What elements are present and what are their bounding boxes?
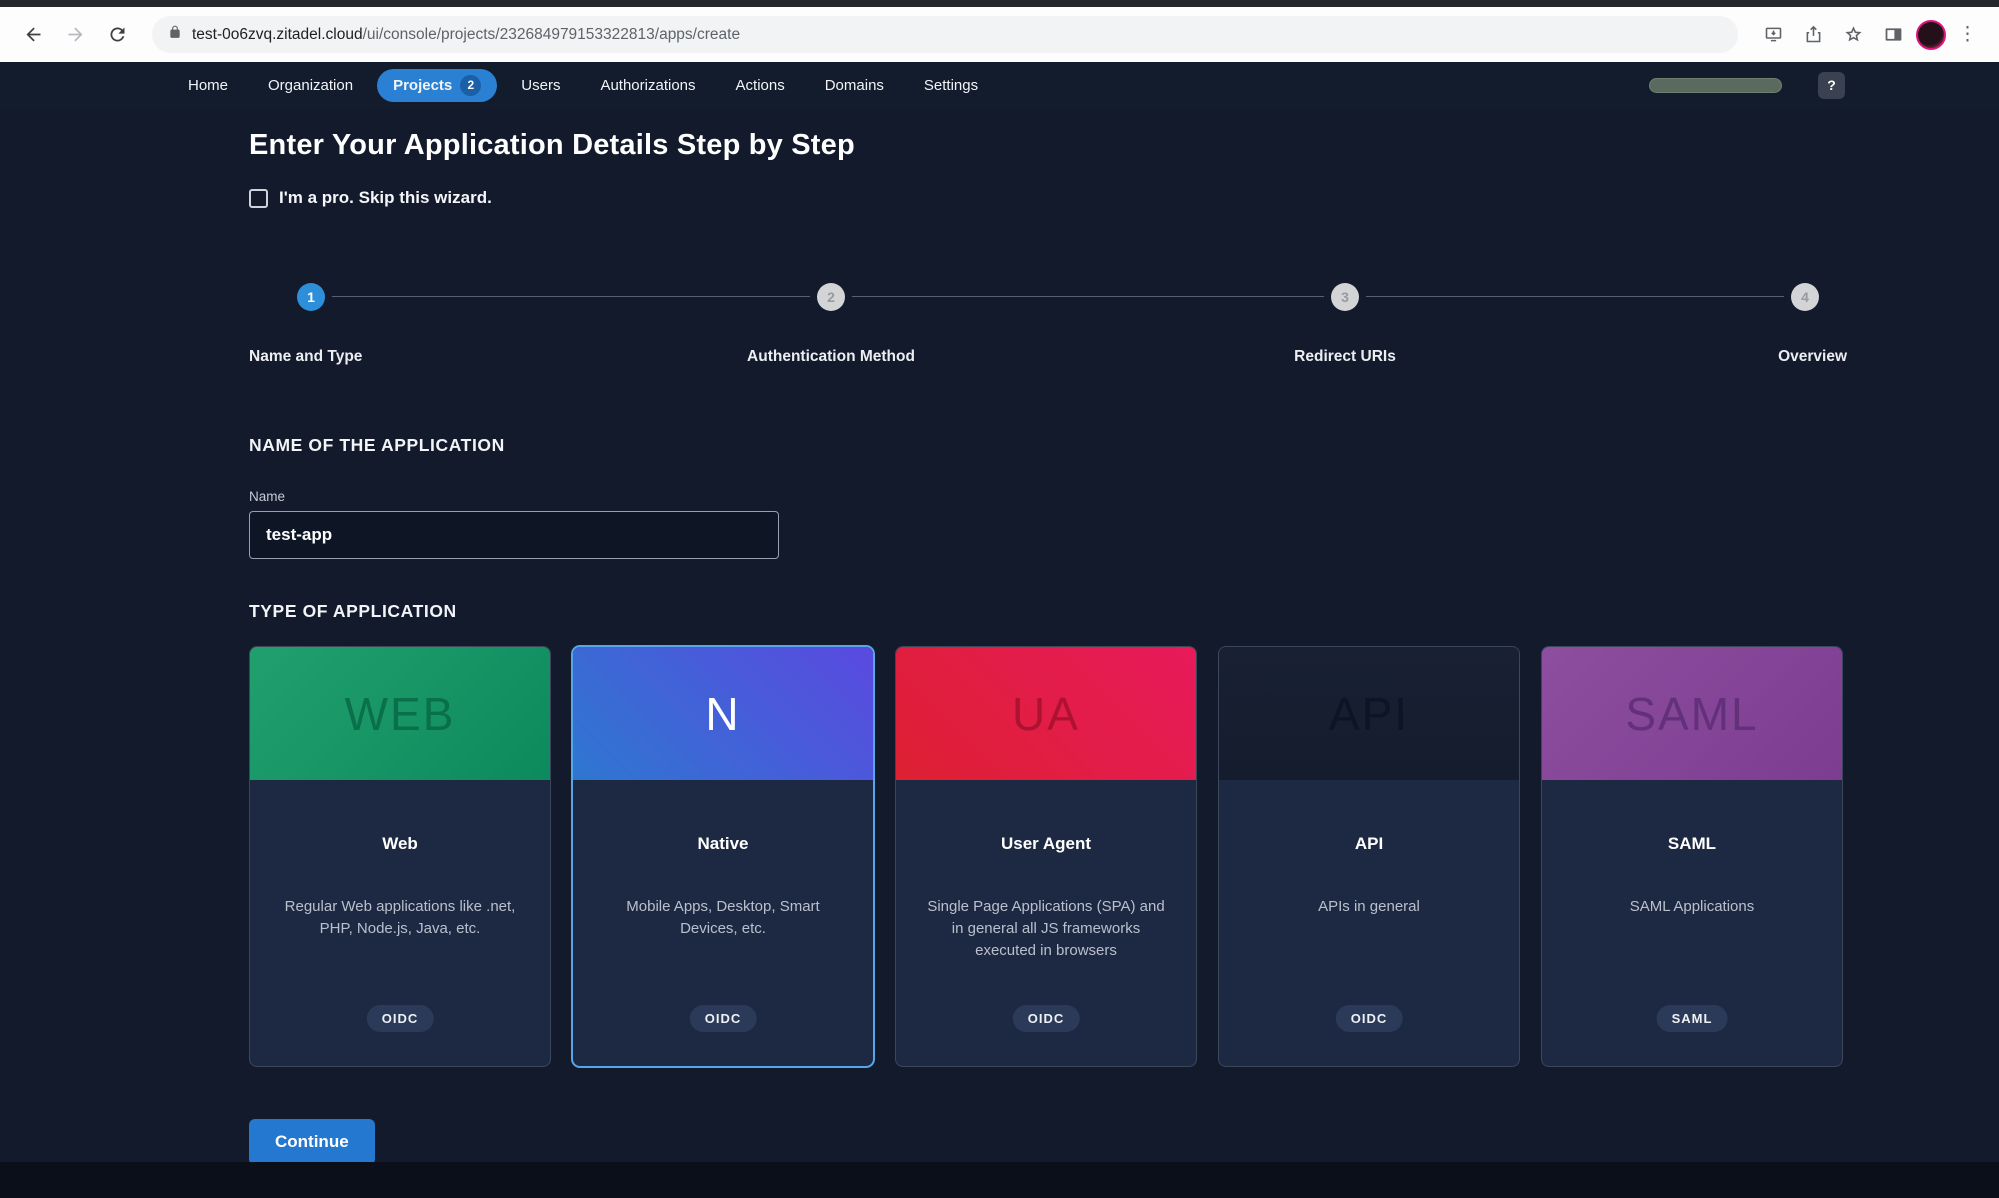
nav-item-users[interactable]: Users [505, 71, 576, 100]
card-banner: WEB [250, 647, 550, 780]
browser-menu-icon[interactable]: ⋮ [1952, 23, 1983, 46]
step-circle-3: 3 [1331, 283, 1359, 311]
nav-label: Users [521, 77, 560, 94]
step-label-redirect-uris: Redirect URIs [1294, 348, 1396, 366]
app-navigation: Home Organization Projects 2 Users Author… [0, 62, 1999, 108]
card-protocol-badge: OIDC [1336, 1005, 1403, 1032]
continue-button[interactable]: Continue [249, 1119, 375, 1165]
card-title: Web [250, 834, 550, 854]
step-label-authentication-method: Authentication Method [747, 348, 915, 366]
step-circle-2: 2 [817, 283, 845, 311]
card-title: User Agent [896, 834, 1196, 854]
back-icon[interactable] [16, 18, 50, 52]
type-section-heading: TYPE OF APPLICATION [249, 601, 1847, 622]
install-app-icon[interactable] [1756, 18, 1790, 52]
lock-icon [168, 25, 182, 44]
projects-count-badge: 2 [460, 75, 481, 96]
skip-wizard-label: I'm a pro. Skip this wizard. [279, 188, 492, 208]
nav-item-actions[interactable]: Actions [720, 71, 801, 100]
card-protocol-badge: OIDC [1013, 1005, 1080, 1032]
step-circle-1: 1 [297, 283, 325, 311]
nav-label: Settings [924, 77, 978, 94]
app-type-cards: WEB Web Regular Web applications like .n… [249, 646, 1847, 1067]
stepper-connector-line [319, 296, 1795, 297]
browser-actions: ⋮ [1756, 18, 1983, 52]
card-title: SAML [1542, 834, 1842, 854]
card-description: Single Page Applications (SPA) and in ge… [896, 896, 1196, 963]
card-banner: API [1219, 647, 1519, 780]
nav-item-authorizations[interactable]: Authorizations [584, 71, 711, 100]
side-panel-icon[interactable] [1876, 18, 1910, 52]
nav-item-projects[interactable]: Projects 2 [377, 69, 497, 102]
app-type-card-saml[interactable]: SAML SAML SAML Applications SAML [1541, 646, 1843, 1067]
nav-label: Projects [393, 77, 452, 94]
nav-label: Home [188, 77, 228, 94]
address-bar[interactable]: test-0o6zvq.zitadel.cloud/ui/console/pro… [152, 16, 1738, 53]
app-type-card-api[interactable]: API API APIs in general OIDC [1218, 646, 1520, 1067]
bottom-strip [0, 1162, 1999, 1198]
page-title: Enter Your Application Details Step by S… [249, 129, 1847, 162]
nav-label: Organization [268, 77, 353, 94]
step-label-overview: Overview [1778, 348, 1847, 366]
app-name-input[interactable] [249, 511, 779, 559]
card-description: Regular Web applications like .net, PHP,… [250, 896, 550, 940]
browser-toolbar: test-0o6zvq.zitadel.cloud/ui/console/pro… [0, 7, 1999, 62]
card-banner: N [573, 647, 873, 780]
app-type-card-web[interactable]: WEB Web Regular Web applications like .n… [249, 646, 551, 1067]
nav-label: Authorizations [600, 77, 695, 94]
nav-item-settings[interactable]: Settings [908, 71, 994, 100]
browser-tab-strip [0, 0, 1999, 7]
card-banner-text: API [1329, 687, 1409, 741]
share-icon[interactable] [1796, 18, 1830, 52]
card-protocol-badge: SAML [1657, 1005, 1728, 1032]
card-description: SAML Applications [1542, 896, 1842, 918]
card-banner-text: N [705, 687, 740, 741]
org-name-pill[interactable] [1649, 78, 1782, 93]
card-description: APIs in general [1219, 896, 1519, 918]
card-banner-text: UA [1012, 687, 1080, 741]
name-field-label: Name [249, 489, 1847, 504]
app-type-card-native[interactable]: N Native Mobile Apps, Desktop, Smart Dev… [572, 646, 874, 1067]
nav-item-domains[interactable]: Domains [809, 71, 900, 100]
card-banner: UA [896, 647, 1196, 780]
help-button[interactable]: ? [1818, 72, 1845, 99]
browser-profile-avatar[interactable] [1916, 20, 1946, 50]
card-protocol-badge: OIDC [367, 1005, 434, 1032]
card-banner-text: WEB [345, 687, 456, 741]
nav-label: Actions [736, 77, 785, 94]
nav-item-home[interactable]: Home [172, 71, 244, 100]
card-title: API [1219, 834, 1519, 854]
nav-label: Domains [825, 77, 884, 94]
forward-icon[interactable] [58, 18, 92, 52]
refresh-icon[interactable] [100, 18, 134, 52]
url-domain: test-0o6zvq.zitadel.cloud [192, 26, 363, 43]
bookmark-star-icon[interactable] [1836, 18, 1870, 52]
url-path: /ui/console/projects/232684979153322813/… [363, 26, 740, 43]
wizard-stepper: 1 2 3 4 Name and Type Authentication Met… [249, 283, 1847, 383]
step-label-name-and-type: Name and Type [249, 348, 362, 366]
url-text: test-0o6zvq.zitadel.cloud/ui/console/pro… [192, 26, 740, 44]
wizard-content: Enter Your Application Details Step by S… [249, 129, 1847, 1165]
app-type-card-user-agent[interactable]: UA User Agent Single Page Applications (… [895, 646, 1197, 1067]
card-description: Mobile Apps, Desktop, Smart Devices, etc… [573, 896, 873, 940]
card-title: Native [573, 834, 873, 854]
card-protocol-badge: OIDC [690, 1005, 757, 1032]
skip-wizard-row[interactable]: I'm a pro. Skip this wizard. [249, 188, 1847, 208]
step-circle-4: 4 [1791, 283, 1819, 311]
skip-wizard-checkbox[interactable] [249, 189, 268, 208]
card-banner-text: SAML [1625, 687, 1758, 741]
card-banner: SAML [1542, 647, 1842, 780]
name-section-heading: NAME OF THE APPLICATION [249, 435, 1847, 456]
nav-item-organization[interactable]: Organization [252, 71, 369, 100]
